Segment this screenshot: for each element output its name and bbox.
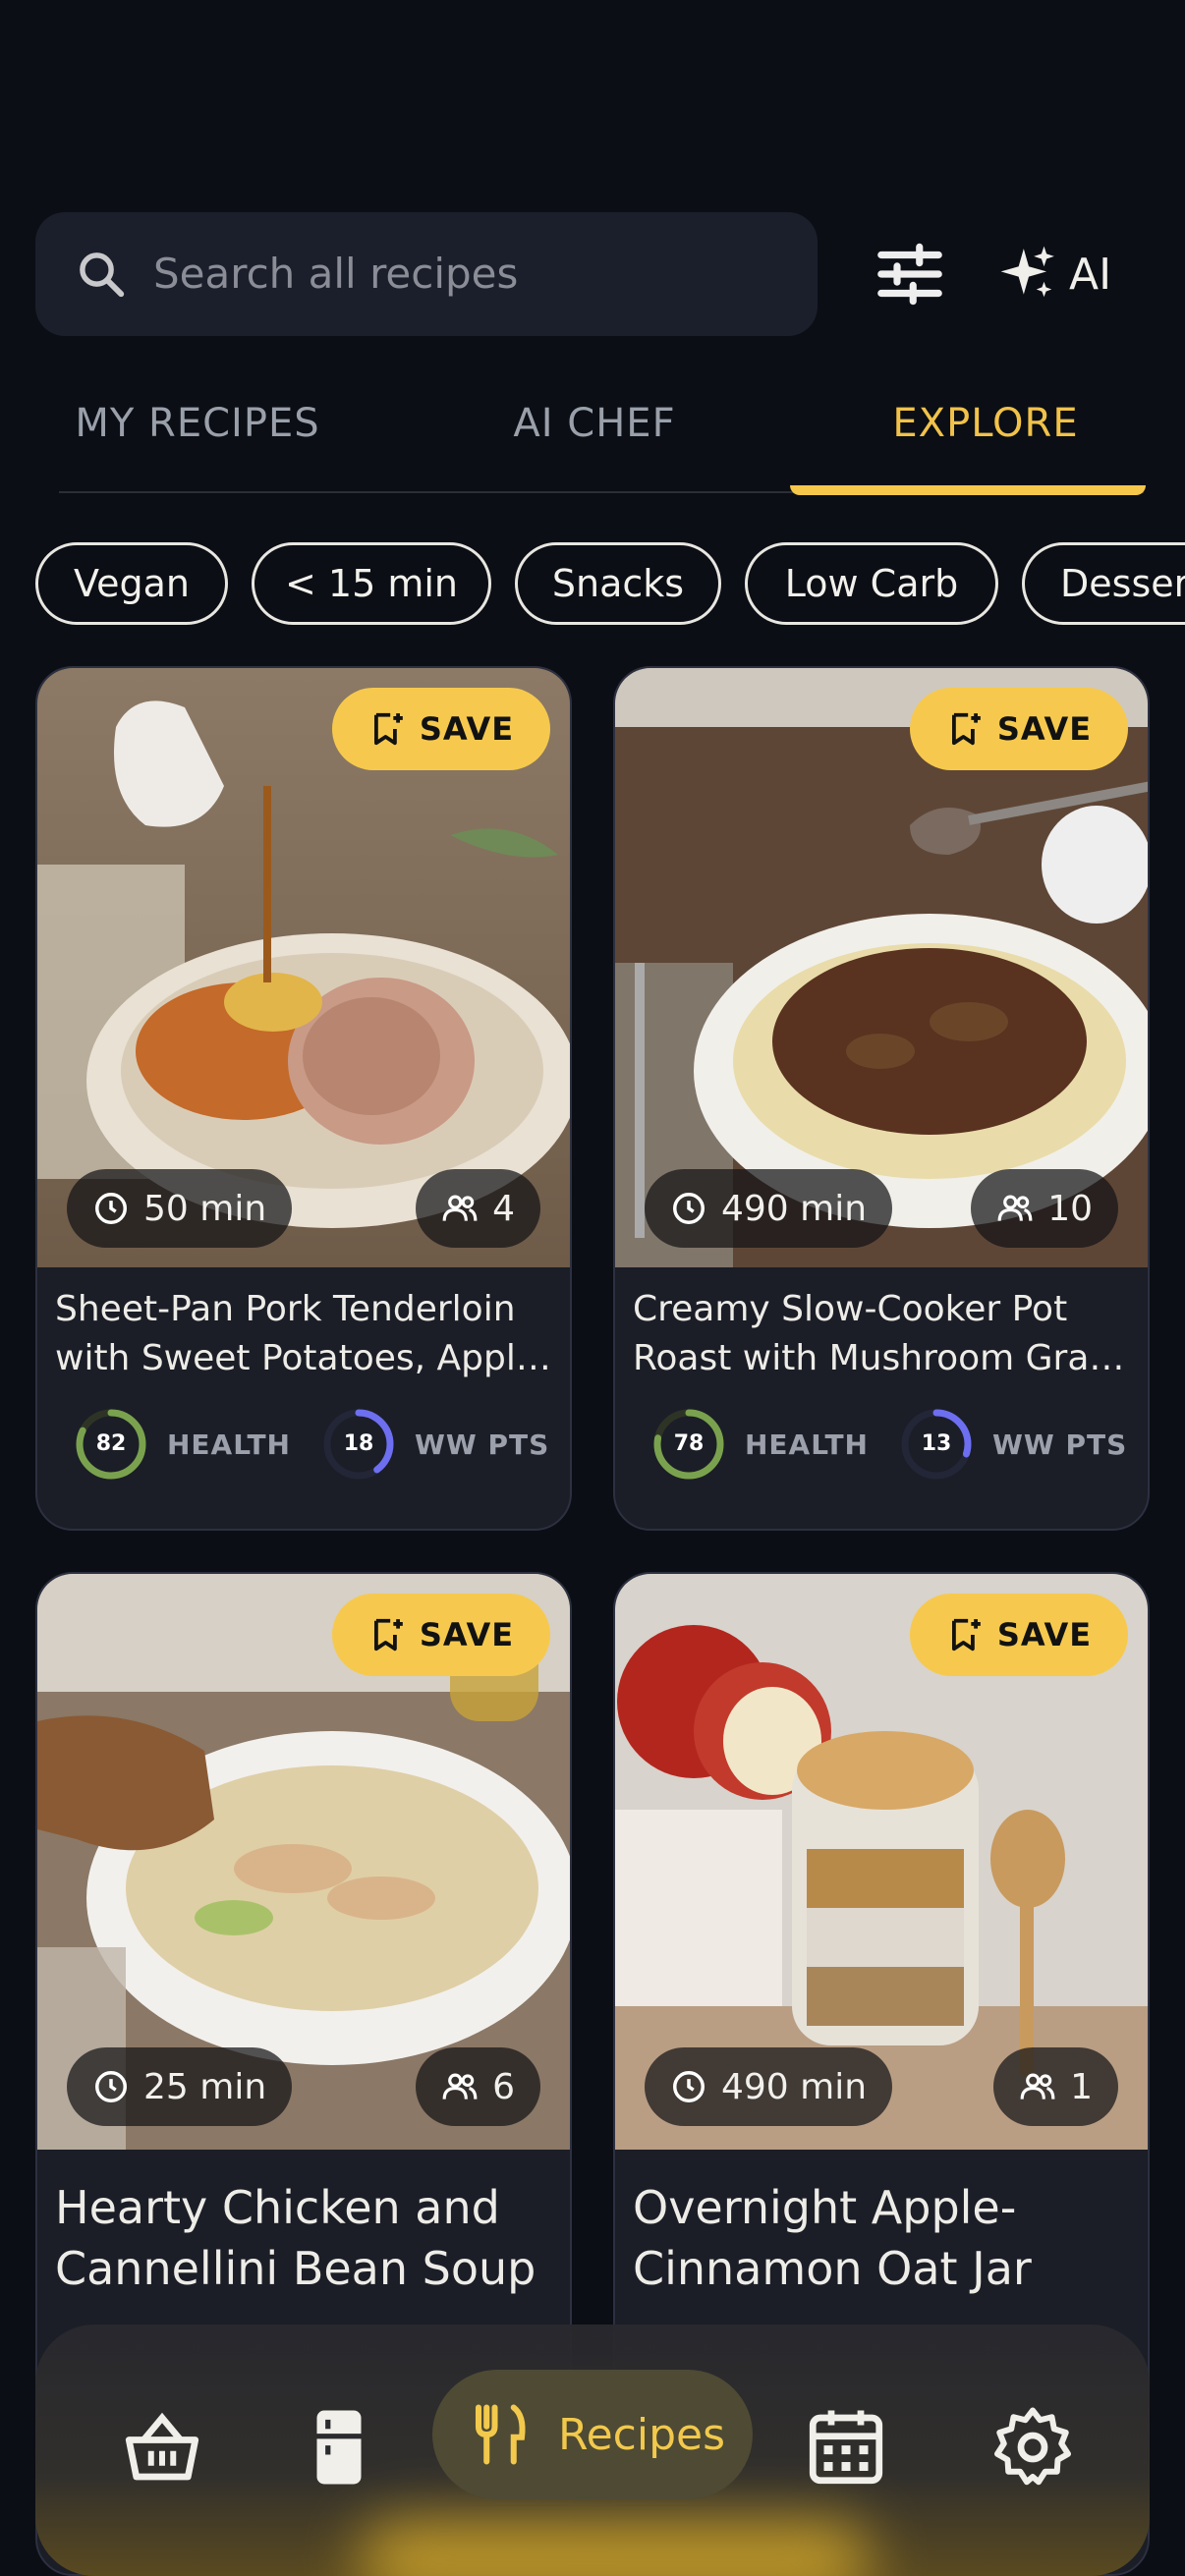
- save-label: SAVE: [419, 710, 515, 748]
- health-score: 82 HEALTH: [75, 1407, 291, 1482]
- recipe-card[interactable]: SAVE 50 min 4 Sheet-Pan Pork Tenderloin …: [35, 666, 572, 1531]
- recipe-title: Hearty Chicken and Cannellini Bean Soup: [55, 2181, 536, 2295]
- nav-glow: [360, 2521, 871, 2576]
- save-button[interactable]: SAVE: [910, 688, 1128, 770]
- tab-explore[interactable]: EXPLORE: [823, 389, 1148, 458]
- tab-my-recipes[interactable]: MY RECIPES: [35, 389, 360, 458]
- bottom-nav: Recipes: [35, 2324, 1150, 2576]
- time-badge: 50 min: [67, 1169, 293, 1248]
- basket-icon: [125, 2412, 199, 2481]
- time-badge: 490 min: [645, 1169, 893, 1248]
- recipe-title: Sheet-Pan Pork Tenderloin with Sweet Pot…: [55, 1289, 556, 1378]
- servings-text: 4: [492, 1188, 515, 1229]
- sparkles-icon: [1000, 246, 1054, 298]
- people-icon: [997, 1195, 1033, 1221]
- save-button[interactable]: SAVE: [910, 1594, 1128, 1676]
- recipe-card[interactable]: SAVE 490 min 10 Creamy Slow-Cooker Pot R…: [613, 666, 1150, 1531]
- servings-text: 1: [1070, 2066, 1093, 2107]
- servings-badge: 1: [993, 2047, 1118, 2126]
- servings-text: 10: [1047, 1188, 1093, 1229]
- ai-label: AI: [1069, 249, 1112, 300]
- time-text: 25 min: [143, 2066, 267, 2107]
- chip-vegan[interactable]: Vegan: [35, 542, 228, 625]
- ai-button[interactable]: AI: [998, 236, 1136, 312]
- people-icon: [442, 2073, 478, 2100]
- chip-under-15-min[interactable]: < 15 min: [252, 542, 491, 625]
- save-label: SAVE: [996, 1616, 1093, 1653]
- health-score: 78 HEALTH: [652, 1407, 869, 1482]
- search-input[interactable]: Search all recipes: [153, 212, 518, 336]
- nav-recipes[interactable]: Recipes: [432, 2370, 753, 2499]
- time-badge: 490 min: [645, 2047, 893, 2126]
- filter-button[interactable]: [869, 236, 951, 312]
- servings-badge: 4: [416, 1169, 540, 1248]
- nav-recipes-label: Recipes: [558, 2409, 726, 2460]
- people-icon: [1020, 2073, 1055, 2100]
- servings-badge: 6: [416, 2047, 540, 2126]
- save-label: SAVE: [996, 710, 1093, 748]
- search-bar[interactable]: Search all recipes: [35, 212, 818, 336]
- recipe-title: Creamy Slow-Cooker Pot Roast with Mushro…: [633, 1289, 1134, 1378]
- clock-icon: [95, 2071, 127, 2102]
- search-icon: [80, 252, 125, 298]
- settings-icon: [994, 2407, 1071, 2486]
- nav-fridge[interactable]: [295, 2403, 383, 2492]
- nav-basket[interactable]: [118, 2403, 206, 2492]
- chip-low-carb[interactable]: Low Carb: [745, 542, 998, 625]
- chip-snacks[interactable]: Snacks: [515, 542, 721, 625]
- bookmark-add-icon: [951, 712, 981, 746]
- chip-desserts[interactable]: Desserts: [1022, 542, 1185, 625]
- time-text: 490 min: [721, 1188, 868, 1229]
- recipe-title: Overnight Apple- Cinnamon Oat Jar: [633, 2181, 1032, 2295]
- people-icon: [442, 1195, 478, 1221]
- fork-knife-icon: [475, 2404, 526, 2465]
- time-text: 490 min: [721, 2066, 868, 2107]
- clock-icon: [673, 1193, 705, 1224]
- sliders-icon: [877, 243, 942, 306]
- nav-settings[interactable]: [988, 2403, 1077, 2492]
- save-label: SAVE: [419, 1616, 515, 1653]
- save-button[interactable]: SAVE: [332, 1594, 550, 1676]
- filter-chips: Vegan < 15 min Snacks Low Carb Desserts: [35, 542, 1185, 625]
- bookmark-add-icon: [373, 712, 403, 746]
- nav-calendar[interactable]: [802, 2403, 890, 2492]
- time-text: 50 min: [143, 1188, 267, 1229]
- bookmark-add-icon: [373, 1618, 403, 1652]
- active-tab-indicator: [790, 485, 1146, 495]
- servings-text: 6: [492, 2066, 515, 2107]
- ww-points: 13 WW PTS: [900, 1407, 1127, 1482]
- time-badge: 25 min: [67, 2047, 293, 2126]
- tab-ai-chef[interactable]: AI CHEF: [432, 389, 757, 458]
- save-button[interactable]: SAVE: [332, 688, 550, 770]
- clock-icon: [673, 2071, 705, 2102]
- ww-points: 18 WW PTS: [322, 1407, 549, 1482]
- clock-icon: [95, 1193, 127, 1224]
- calendar-icon: [809, 2410, 883, 2485]
- fridge-icon: [316, 2410, 362, 2485]
- servings-badge: 10: [971, 1169, 1118, 1248]
- bookmark-add-icon: [951, 1618, 981, 1652]
